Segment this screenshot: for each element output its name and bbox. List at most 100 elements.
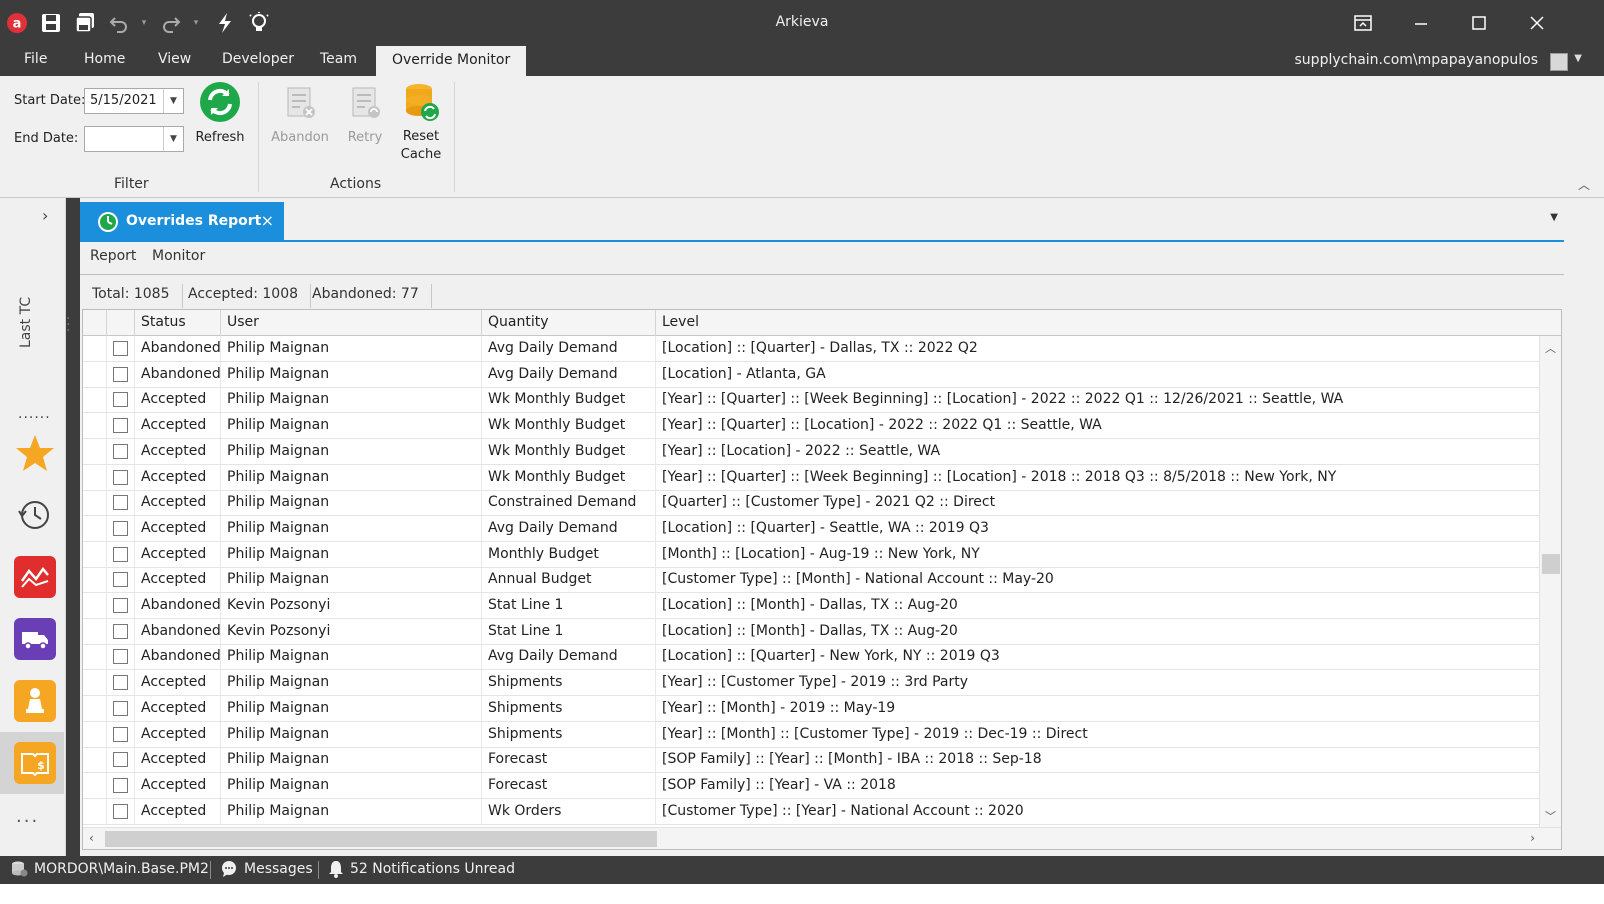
row-checkbox[interactable] (113, 700, 128, 716)
chevron-down-icon[interactable]: ▼ (1574, 53, 1582, 64)
cell-user[interactable]: Philip Maignan (221, 695, 482, 721)
cell-quantity[interactable]: Monthly Budget (482, 541, 656, 567)
row-indicator[interactable] (83, 515, 107, 541)
chess-piece-icon[interactable] (14, 680, 56, 722)
row-checkbox[interactable] (113, 777, 128, 793)
scroll-down-icon[interactable]: ﹀ (1545, 808, 1556, 824)
cell-status[interactable]: Accepted (135, 515, 221, 541)
cell-quantity[interactable]: Wk Monthly Budget (482, 438, 656, 464)
cell-level[interactable]: [Year] :: [Quarter] :: [Week Beginning] … (656, 387, 1541, 412)
cell-level[interactable]: [SOP Family] :: [Year] :: [Month] - IBA … (656, 747, 1541, 772)
row-indicator[interactable] (83, 721, 107, 747)
row-indicator[interactable] (83, 438, 107, 464)
row-indicator[interactable] (83, 336, 107, 361)
menu-home[interactable]: Home (84, 51, 125, 67)
close-icon[interactable]: × (261, 211, 274, 230)
row-checkbox[interactable] (113, 803, 128, 819)
cell-quantity[interactable]: Shipments (482, 695, 656, 721)
table-row[interactable]: Accepted Philip Maignan Wk Monthly Budget[… (83, 438, 1541, 465)
end-date-field[interactable]: ▼ (84, 126, 184, 152)
cell-user[interactable]: Philip Maignan (221, 387, 482, 413)
row-checkbox[interactable] (113, 752, 128, 768)
row-indicator[interactable] (83, 413, 107, 439)
cell-level[interactable]: [Year] :: [Location] - 2022 :: Seattle, … (656, 439, 1541, 464)
cell-user[interactable]: Philip Maignan (221, 747, 482, 773)
cell-status[interactable]: Accepted (135, 464, 221, 490)
table-row[interactable]: Accepted Philip Maignan Monthly Budget [Mon… (83, 541, 1541, 568)
cell-level[interactable]: [Year] :: [Quarter] :: [Week Beginning] … (656, 465, 1541, 490)
table-row[interactable]: Accepted Philip Maignan Shipments [Year] ::… (83, 670, 1541, 697)
row-indicator[interactable] (83, 387, 107, 413)
cell-level[interactable]: [Year] :: [Customer Type] - 2019 :: 3rd … (656, 670, 1541, 695)
row-checkbox[interactable] (113, 392, 128, 408)
maximize-button[interactable] (1456, 6, 1502, 40)
row-checkbox[interactable] (113, 598, 128, 613)
cell-quantity[interactable]: Annual Budget (482, 567, 656, 593)
redo-dropdown-icon[interactable]: ▾ (190, 10, 202, 36)
row-indicator[interactable] (83, 567, 107, 593)
cell-status[interactable]: Accepted (135, 670, 221, 696)
cell-status[interactable]: Accepted (135, 541, 221, 567)
cell-user[interactable]: Kevin Pozsonyi (221, 618, 482, 644)
table-row[interactable]: Accepted Philip Maignan Forecast [SOP Famil… (83, 747, 1541, 774)
table-row[interactable]: Accepted Philip Maignan Constrained Demand… (83, 490, 1541, 517)
cell-level[interactable]: [Location] :: [Month] - Dallas, TX :: Au… (656, 593, 1541, 618)
reset-cache-button[interactable]: Reset Cache (394, 80, 448, 164)
lightning-icon[interactable] (212, 10, 238, 36)
cell-status[interactable]: Accepted (135, 387, 221, 413)
cell-status[interactable]: Accepted (135, 695, 221, 721)
cell-status[interactable]: Accepted (135, 798, 221, 824)
scroll-right-icon[interactable]: › (1530, 831, 1535, 845)
messages-status[interactable]: Messages (220, 860, 313, 878)
cell-user[interactable]: Philip Maignan (221, 670, 482, 696)
close-button[interactable] (1514, 6, 1560, 40)
cell-status[interactable]: Accepted (135, 721, 221, 747)
cell-status[interactable]: Accepted (135, 567, 221, 593)
budget-book-icon[interactable]: $ (14, 742, 56, 784)
save-icon[interactable] (38, 10, 64, 36)
cell-user[interactable]: Philip Maignan (221, 515, 482, 541)
cell-user[interactable]: Philip Maignan (221, 336, 482, 361)
row-checkbox[interactable] (113, 495, 128, 511)
user-account[interactable]: supplychain.com\mpapayanopulos (1295, 52, 1538, 68)
cell-user[interactable]: Philip Maignan (221, 438, 482, 464)
column-header-user[interactable]: User (221, 310, 482, 336)
row-indicator[interactable] (83, 670, 107, 696)
row-indicator[interactable] (83, 798, 107, 824)
row-checkbox[interactable] (113, 469, 128, 485)
chevron-down-icon[interactable]: ▼ (163, 127, 183, 151)
row-indicator[interactable] (83, 541, 107, 567)
cell-quantity[interactable]: Avg Daily Demand (482, 361, 656, 387)
ribbon-display-icon[interactable] (1340, 6, 1386, 40)
last-tc-label[interactable]: Last TC (18, 288, 34, 348)
row-checkbox[interactable] (113, 443, 128, 459)
cell-quantity[interactable]: Avg Daily Demand (482, 644, 656, 670)
cell-quantity[interactable]: Avg Daily Demand (482, 515, 656, 541)
cell-quantity[interactable]: Shipments (482, 670, 656, 696)
cell-quantity[interactable]: Avg Daily Demand (482, 336, 656, 361)
menu-file[interactable]: File (24, 51, 47, 67)
cell-quantity[interactable]: Wk Monthly Budget (482, 464, 656, 490)
cell-level[interactable]: [Year] :: [Month] :: [Customer Type] - 2… (656, 722, 1541, 747)
tab-list-dropdown-icon[interactable]: ▼ (1550, 212, 1558, 223)
column-header-quantity[interactable]: Quantity (482, 310, 656, 336)
cell-quantity[interactable]: Forecast (482, 747, 656, 773)
retry-button[interactable]: Retry (340, 80, 390, 145)
column-header-status[interactable]: Status (135, 310, 221, 336)
table-row[interactable]: Abandoned Philip Maignan Avg Daily Demand[… (83, 361, 1541, 388)
row-checkbox[interactable] (113, 726, 128, 742)
table-row[interactable]: Abandoned Philip Maignan Avg Daily Demand[… (83, 336, 1541, 362)
row-checkbox[interactable] (113, 418, 128, 434)
abandon-button[interactable]: Abandon (268, 80, 332, 145)
menu-team[interactable]: Team (320, 51, 357, 67)
row-indicator[interactable] (83, 361, 107, 387)
table-row[interactable]: Accepted Philip Maignan Shipments [Year] ::… (83, 721, 1541, 748)
lightbulb-icon[interactable] (246, 10, 272, 36)
menu-override-monitor[interactable]: Override Monitor (376, 46, 527, 76)
cell-status[interactable]: Accepted (135, 772, 221, 798)
row-indicator[interactable] (83, 490, 107, 516)
cell-status[interactable]: Accepted (135, 413, 221, 439)
cell-level[interactable]: [Month] :: [Location] - Aug-19 :: New Yo… (656, 542, 1541, 567)
cell-quantity[interactable]: Wk Monthly Budget (482, 387, 656, 413)
row-checkbox[interactable] (113, 520, 128, 536)
